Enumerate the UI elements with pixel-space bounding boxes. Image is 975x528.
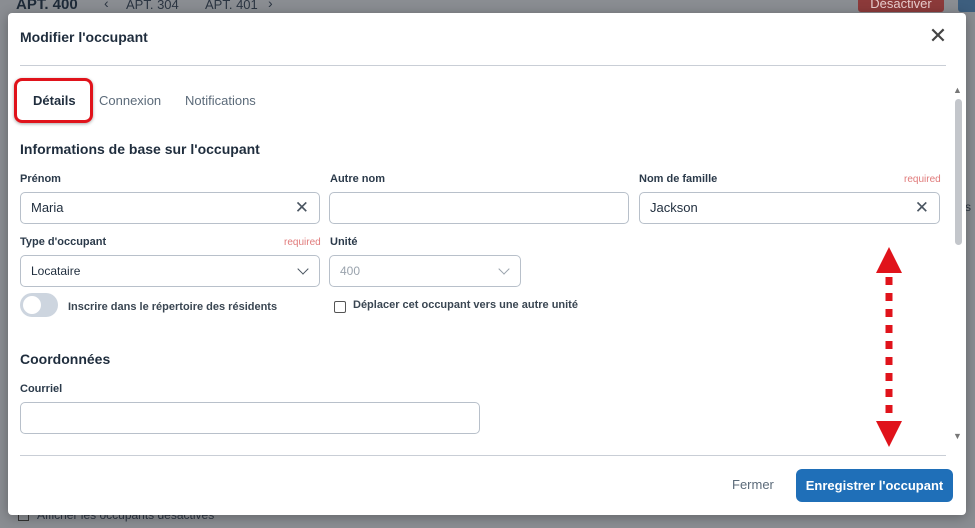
move-occupant-label: Déplacer cet occupant vers une autre uni… bbox=[353, 299, 578, 311]
save-occupant-button[interactable]: Enregistrer l'occupant bbox=[796, 469, 953, 502]
background-action-button[interactable] bbox=[958, 0, 975, 12]
footer-divider bbox=[20, 455, 946, 456]
scroll-down-icon[interactable]: ▼ bbox=[953, 431, 962, 441]
move-occupant-checkbox[interactable] bbox=[334, 301, 346, 313]
directory-toggle-label: Inscrire dans le répertoire des résident… bbox=[68, 301, 278, 313]
occupant-type-label: Type d'occupant bbox=[20, 236, 107, 248]
edit-occupant-modal: Modifier l'occupant ✕ Détails Connexion … bbox=[8, 13, 966, 515]
tab-notifications[interactable]: Notifications bbox=[185, 93, 256, 108]
last-name-value: Jackson bbox=[650, 200, 698, 215]
chevron-down-icon bbox=[498, 263, 510, 275]
first-name-field[interactable]: Maria ✕ bbox=[20, 192, 320, 224]
email-label: Courriel bbox=[20, 383, 63, 395]
header-divider bbox=[20, 65, 946, 66]
unit-value: 400 bbox=[340, 264, 361, 278]
close-icon[interactable]: ✕ bbox=[928, 25, 948, 49]
clear-icon[interactable]: ✕ bbox=[915, 193, 929, 223]
first-name-value: Maria bbox=[31, 200, 64, 215]
clear-icon[interactable]: ✕ bbox=[295, 193, 309, 223]
first-name-label: Prénom bbox=[20, 173, 61, 185]
deactivate-button[interactable]: Désactiver bbox=[858, 0, 944, 12]
other-name-field[interactable] bbox=[329, 192, 629, 224]
modal-title: Modifier l'occupant bbox=[20, 29, 148, 45]
section-contact-title: Coordonnées bbox=[20, 351, 111, 367]
chevron-left-icon[interactable]: ‹ bbox=[104, 0, 109, 11]
toggle-knob bbox=[23, 296, 41, 314]
background-header: APT. 400 ‹ APT. 304 APT. 401 › Désactive… bbox=[0, 0, 975, 14]
close-button[interactable]: Fermer bbox=[732, 477, 774, 492]
scrollbar-thumb[interactable] bbox=[955, 99, 962, 245]
chevron-right-icon[interactable]: › bbox=[268, 0, 273, 11]
nav-apt-next[interactable]: APT. 401 bbox=[205, 0, 258, 12]
last-name-required: required bbox=[904, 174, 941, 185]
email-field[interactable] bbox=[20, 402, 480, 434]
nav-apt-prev[interactable]: APT. 304 bbox=[126, 0, 179, 12]
other-name-label: Autre nom bbox=[330, 173, 385, 185]
occupant-type-select[interactable]: Locataire bbox=[20, 255, 320, 287]
background-title: APT. 400 bbox=[16, 0, 78, 13]
unit-label: Unité bbox=[330, 236, 358, 248]
directory-toggle[interactable] bbox=[20, 293, 58, 317]
section-basic-info-title: Informations de base sur l'occupant bbox=[20, 141, 260, 157]
last-name-field[interactable]: Jackson ✕ bbox=[639, 192, 940, 224]
double-arrow-icon bbox=[876, 247, 902, 447]
unit-select[interactable]: 400 bbox=[329, 255, 521, 287]
tab-highlight-annotation bbox=[14, 78, 93, 123]
scroll-up-icon[interactable]: ▲ bbox=[953, 85, 962, 95]
last-name-label: Nom de famille bbox=[639, 173, 718, 185]
tab-connection[interactable]: Connexion bbox=[99, 93, 161, 108]
occupant-type-required: required bbox=[284, 237, 321, 248]
chevron-down-icon bbox=[297, 263, 309, 275]
occupant-type-value: Locataire bbox=[31, 264, 81, 278]
